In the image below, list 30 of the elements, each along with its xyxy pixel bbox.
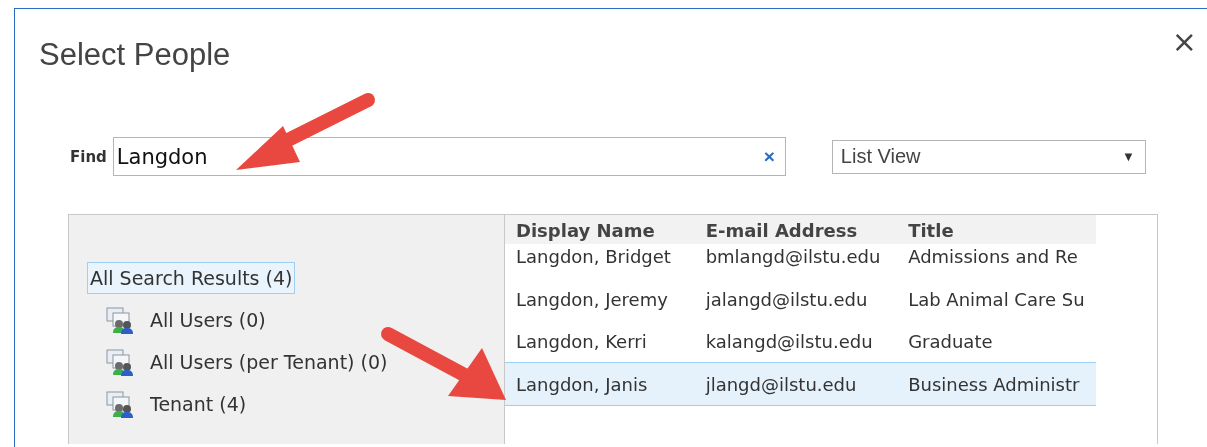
close-button[interactable]: × <box>1167 27 1201 57</box>
table-cell: kalangd@ilstu.edu <box>694 320 898 363</box>
people-group-icon <box>105 390 135 418</box>
table-cell-text: jalangd@ilstu.edu <box>704 287 869 312</box>
tree-item[interactable]: All Users (per Tenant) (0) <box>147 346 391 378</box>
find-field[interactable]: Langdon × <box>112 137 786 176</box>
dialog-title: Select People <box>39 37 231 73</box>
column-header[interactable]: Title <box>897 215 1096 244</box>
tree-item[interactable]: All Users (0) <box>147 304 269 336</box>
table-cell: Admissions and Re <box>897 244 1096 278</box>
table-cell: Langdon, Janis <box>505 362 695 406</box>
table-cell: Langdon, Kerri <box>505 320 695 363</box>
people-group-icon <box>105 348 135 376</box>
clear-button[interactable]: × <box>759 145 779 168</box>
table-cell: Graduate <box>897 320 1096 363</box>
tree-item[interactable]: All Search Results (4) <box>87 262 296 294</box>
table-cell-text: Langdon, Jeremy <box>515 287 669 312</box>
table-cell: jlangd@ilstu.edu <box>694 362 898 406</box>
people-group-icon <box>105 306 135 334</box>
column-header[interactable]: Display Name <box>505 215 695 244</box>
column-header[interactable]: E-mail Address <box>694 215 898 244</box>
table-cell: bmlangd@ilstu.edu <box>694 244 898 278</box>
view-value: List View <box>840 145 921 168</box>
table-cell: Business Administr <box>897 362 1096 406</box>
table-cell-text: Lab Animal Care Su <box>907 287 1086 312</box>
caret-icon: ▼ <box>1121 149 1135 164</box>
view-dropdown[interactable]: List View ▼ <box>831 139 1146 174</box>
tree-item[interactable]: Tenant (4) <box>147 388 250 420</box>
table-cell: Langdon, Bridget <box>505 244 695 278</box>
find-label: Find <box>70 147 107 166</box>
